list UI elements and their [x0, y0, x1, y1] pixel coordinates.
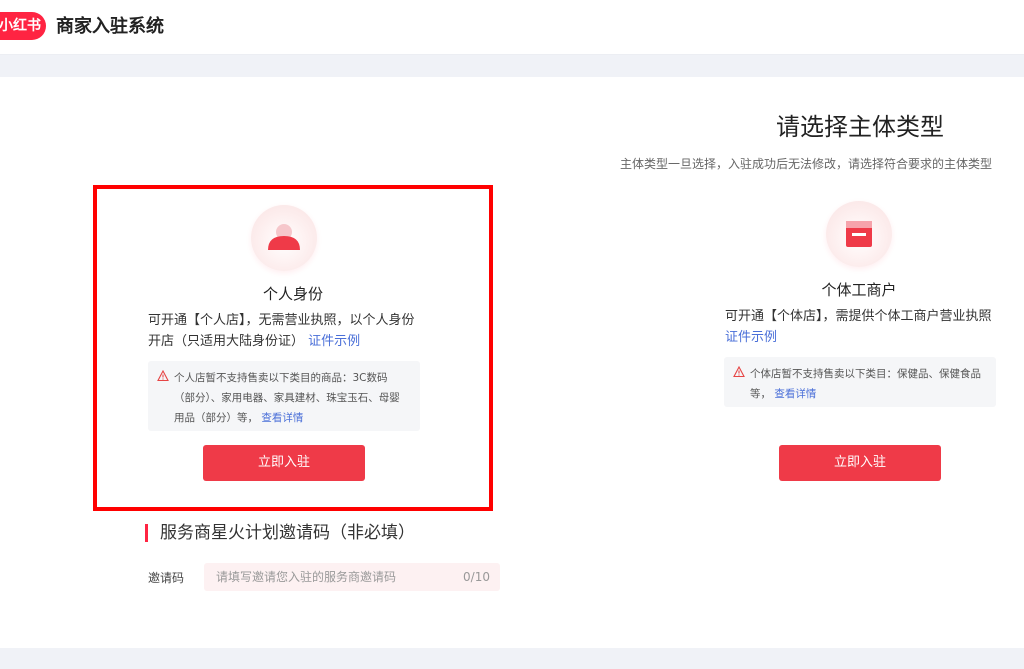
app-title: 商家入驻系统: [56, 16, 164, 37]
description-line: 可开通【个体店】，需提供个体工商户营业执照: [725, 309, 992, 324]
category-restriction-notice: 个体店暂不支持售卖以下类目：保健品、保健食品 等， 查看详情: [724, 357, 996, 407]
invite-code-placeholder: 请填写邀请您入驻的服务商邀请码: [216, 570, 397, 584]
character-counter: 0/10: [463, 570, 490, 584]
notice-line: 个体店暂不支持售卖以下类目：保健品、保健食品: [750, 368, 981, 380]
invite-code-label: 邀请码: [148, 571, 185, 585]
entity-card-personal[interactable]: 个人身份 可开通【个人店】，无需营业执照，以个人身份 开店（只适用大陆身份证） …: [93, 185, 493, 511]
warning-icon: [733, 366, 745, 378]
entity-card-individual-business[interactable]: 个体工商户 可开通【个体店】，需提供个体工商户营业执照 证件示例 个体店暂不支持…: [700, 185, 1024, 511]
apply-now-button[interactable]: 立即入驻: [203, 445, 365, 481]
invite-code-input[interactable]: 请填写邀请您入驻的服务商邀请码 0/10: [204, 563, 500, 591]
certificate-example-link[interactable]: 证件示例: [725, 330, 777, 345]
page-subtitle: 主体类型一旦选择，入驻成功后无法修改，请选择符合要求的主体类型: [620, 157, 993, 171]
person-icon: [251, 205, 317, 271]
card-description: 可开通【个人店】，无需营业执照，以个人身份 开店（只适用大陆身份证） 证件示例: [148, 310, 448, 352]
top-divider-band: [0, 55, 1024, 77]
category-restriction-notice: 个人店暂不支持售卖以下类目的商品：3C数码 （部分）、家用电器、家具建材、珠宝玉…: [148, 361, 420, 431]
certificate-example-link[interactable]: 证件示例: [308, 334, 360, 349]
section-accent-bar: [145, 524, 148, 542]
description-line: 可开通【个人店】，无需营业执照，以个人身份: [148, 313, 415, 328]
notice-text: 用品（部分）等，: [174, 412, 258, 424]
bottom-divider-band: [0, 648, 1024, 669]
notice-text: 等，: [750, 388, 771, 400]
notice-line: （部分）、家用电器、家具建材、珠宝玉石、母婴: [174, 392, 400, 404]
card-name: 个人身份: [262, 285, 323, 303]
notice-line: 用品（部分）等， 查看详情: [174, 408, 414, 428]
xiaohongshu-logo[interactable]: 小红书: [0, 12, 46, 40]
store-icon: [826, 201, 892, 267]
invite-section-title: 服务商星火计划邀请码（非必填）: [160, 523, 415, 543]
top-header: 小红书 商家入驻系统: [0, 0, 1024, 55]
warning-icon: [157, 370, 169, 382]
description-line: 证件示例: [725, 327, 1021, 348]
view-details-link[interactable]: 查看详情: [261, 412, 303, 424]
card-name: 个体工商户: [821, 281, 897, 299]
description-text: 开店（只适用大陆身份证）: [148, 334, 305, 349]
page-title: 请选择主体类型: [776, 113, 944, 141]
notice-line: 个人店暂不支持售卖以下类目的商品：3C数码: [174, 372, 388, 384]
card-description: 可开通【个体店】，需提供个体工商户营业执照 证件示例: [725, 306, 1021, 348]
view-details-link[interactable]: 查看详情: [774, 388, 816, 400]
apply-now-button[interactable]: 立即入驻: [779, 445, 941, 481]
notice-line: 等， 查看详情: [750, 384, 990, 404]
description-line: 开店（只适用大陆身份证） 证件示例: [148, 331, 448, 352]
